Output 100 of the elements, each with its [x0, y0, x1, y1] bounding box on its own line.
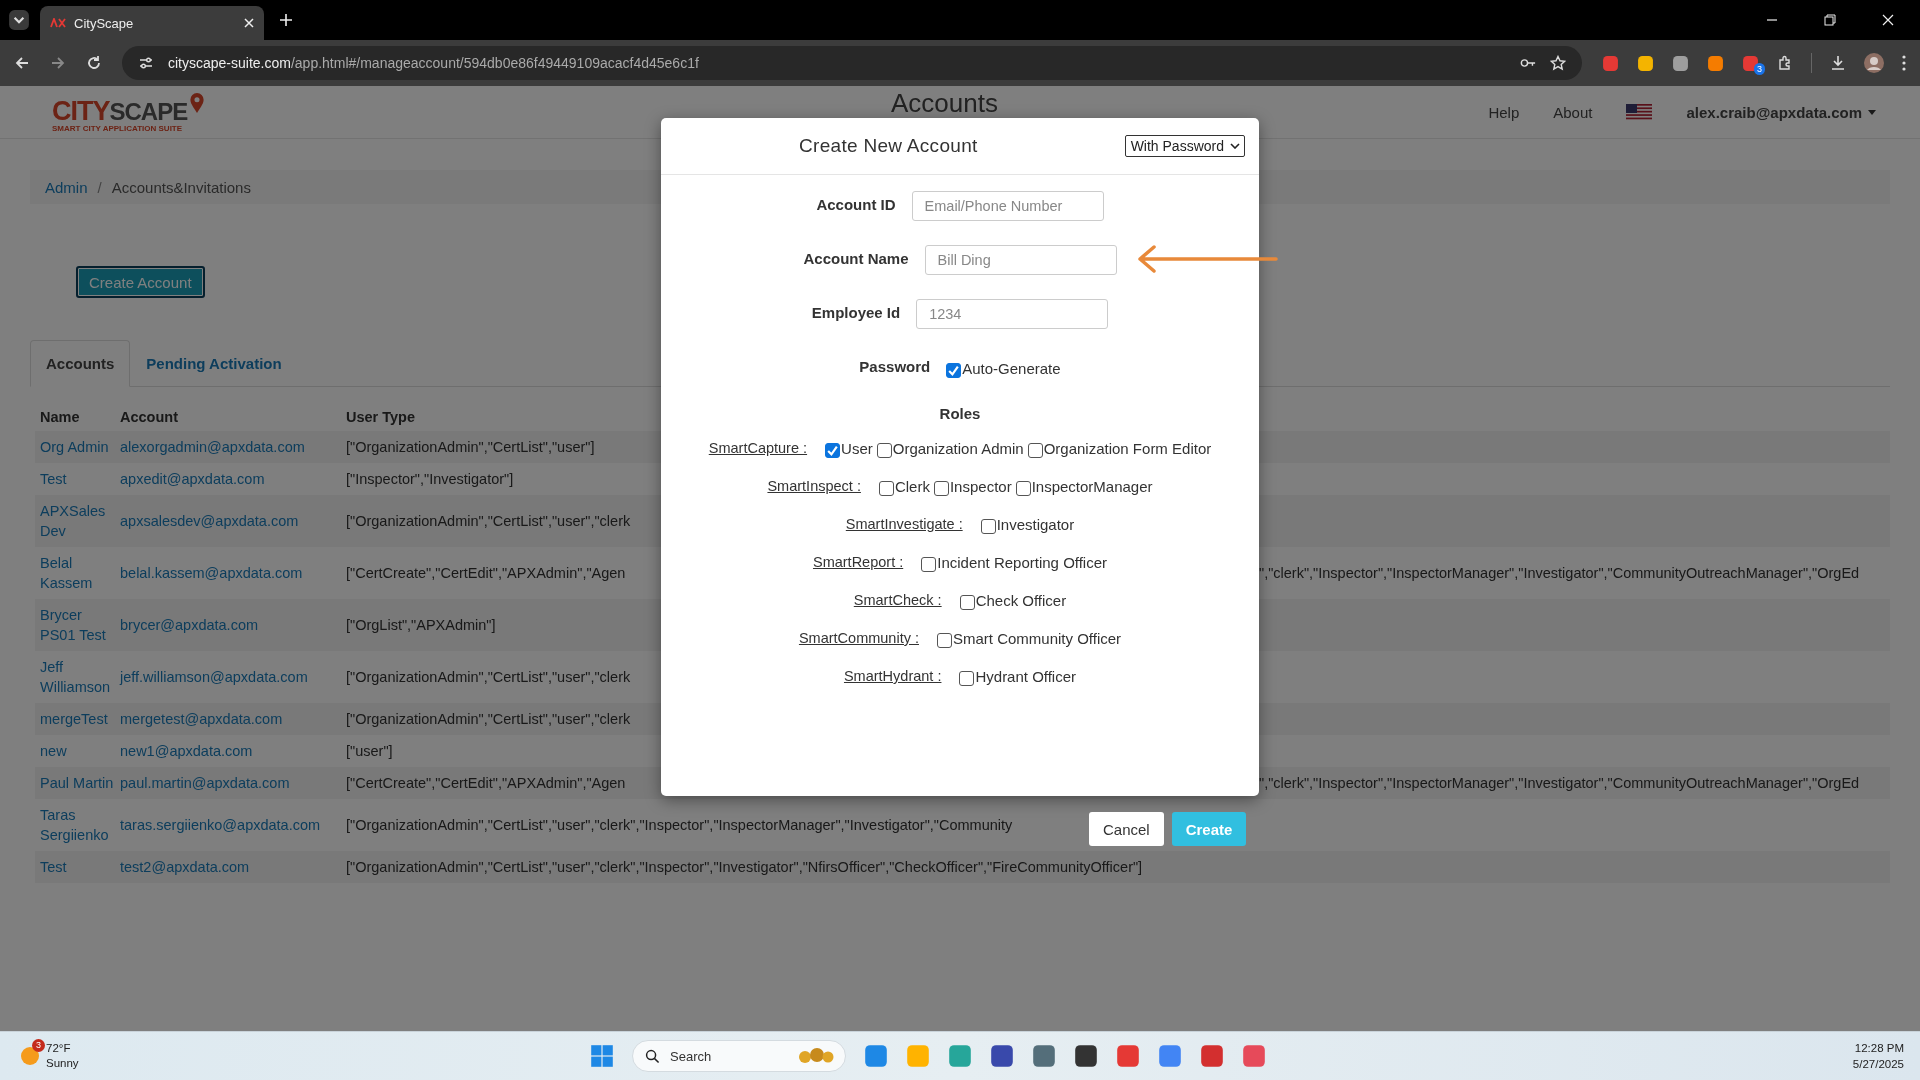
table-cell-text: ["CertCreate","CertEdit","APXAdmin","Agen	[345, 774, 626, 793]
account-link[interactable]: alexorgadmin@apxdata.com	[115, 431, 305, 463]
new-tab-icon[interactable]	[280, 14, 292, 26]
field-label: Password	[859, 357, 931, 375]
name-link[interactable]: Taras Sergiienko	[35, 799, 115, 851]
app-link[interactable]: SmartCapture :	[708, 440, 808, 456]
table-cell-text: ["OrganizationAdmin","CertList","user"]	[345, 438, 595, 457]
sun-icon	[20, 1046, 40, 1066]
app-link[interactable]: SmartInvestigate :	[845, 516, 963, 532]
name-link[interactable]: Test	[35, 851, 67, 883]
name-link[interactable]: APXSales Dev	[35, 495, 115, 547]
name-link[interactable]: Org Admin	[35, 431, 109, 463]
checkbox[interactable]	[921, 556, 937, 572]
weather-text: Sunny	[46, 1056, 79, 1071]
tab[interactable]: Pending Activation	[130, 340, 298, 387]
checkbox[interactable]	[1027, 442, 1043, 458]
cancel-button[interactable]: Cancel	[1089, 812, 1164, 846]
browser-tab[interactable]: CityScape	[40, 6, 264, 40]
roles-heading: Roles	[939, 405, 981, 422]
extension-icon[interactable]	[1672, 54, 1689, 72]
app-link[interactable]: SmartInspect :	[767, 478, 861, 494]
name-link[interactable]: Brycer PS01 Test	[35, 599, 115, 651]
name-link[interactable]: Belal Kassem	[35, 547, 115, 599]
app-icon[interactable]	[1032, 1044, 1056, 1068]
back-icon[interactable]	[14, 55, 30, 71]
user-menu[interactable]: alex.craib@apxdata.com	[1686, 103, 1876, 121]
checkbox[interactable]	[878, 480, 894, 496]
breadcrumb-link[interactable]: Admin	[45, 178, 88, 196]
account-link[interactable]: new1@apxdata.com	[115, 735, 253, 767]
name-link[interactable]: mergeTest	[35, 703, 108, 735]
field-label: Account Name	[803, 249, 909, 267]
app-link[interactable]: SmartCommunity :	[798, 630, 919, 646]
checkbox[interactable]	[876, 442, 892, 458]
app-link[interactable]: SmartCheck :	[853, 592, 942, 608]
table-cell-text: ["OrganizationAdmin","CertList","user","clerk","Inspector","InspectorManager","Investigator","Community	[345, 816, 1013, 835]
table-cell-text: ["OrganizationAdmin","CertList","user","clerk	[345, 710, 631, 729]
nav-link[interactable]: About	[1553, 103, 1593, 121]
checkbox[interactable]	[980, 518, 996, 534]
start-icon[interactable]	[590, 1044, 614, 1068]
app-icon[interactable]	[990, 1044, 1014, 1068]
avatar[interactable]	[1864, 53, 1884, 73]
checkbox[interactable]	[933, 480, 949, 496]
name-link[interactable]: Paul Martin	[35, 767, 114, 799]
account-link[interactable]: mergetest@apxdata.com	[115, 703, 283, 735]
address-bar[interactable]: cityscape-suite.com/app.html#/manageaccount/594db0e86f49449109acacf4d45e6c1f	[122, 46, 1582, 80]
star-icon[interactable]	[1550, 55, 1566, 71]
checkbox[interactable]	[946, 362, 962, 378]
forward-icon[interactable]	[50, 55, 66, 71]
logo-tagline: SMART CITY APPLICATION SUITE	[52, 123, 184, 133]
reload-icon[interactable]	[86, 55, 102, 71]
puzzle-icon[interactable]	[1777, 55, 1793, 71]
table-cell-text: ","clerk","Inspector","InspectorManager","Investigator","CommunityOutreachManager","OrgEd	[1258, 564, 1860, 583]
checkbox[interactable]	[959, 594, 975, 610]
menu-icon[interactable]	[1902, 55, 1906, 71]
checkbox-label: Hydrant Officer	[974, 667, 1077, 685]
input-field[interactable]: Email/Phone Number	[911, 191, 1104, 221]
input-field[interactable]: Bill Ding	[924, 245, 1117, 275]
tab[interactable]: Accounts	[30, 340, 131, 387]
extension-icon[interactable]	[1742, 54, 1759, 72]
close-window-icon[interactable]	[1882, 14, 1894, 26]
nav-link[interactable]: Help	[1488, 103, 1520, 121]
app-link[interactable]: SmartReport :	[812, 554, 904, 570]
name-link[interactable]: new	[35, 735, 67, 767]
mode-select[interactable]: With Password	[1124, 135, 1245, 157]
create-account-button[interactable]: Create Account	[76, 266, 205, 298]
checkbox[interactable]	[1015, 480, 1031, 496]
tab-list-icon[interactable]	[8, 9, 30, 31]
restore-icon[interactable]	[1824, 14, 1836, 26]
account-link[interactable]: belal.kassem@apxdata.com	[115, 557, 303, 589]
account-link[interactable]: apxedit@apxdata.com	[115, 463, 265, 495]
account-link[interactable]: jeff.williamson@apxdata.com	[115, 661, 308, 693]
site-settings-icon[interactable]	[138, 55, 154, 71]
extension-icon[interactable]	[1637, 54, 1654, 72]
logo-text: SCAPE	[109, 99, 188, 124]
account-link[interactable]: taras.sergiienko@apxdata.com	[115, 809, 321, 841]
name-link[interactable]: Jeff Williamson	[35, 651, 115, 703]
account-link[interactable]: apxsalesdev@apxdata.com	[115, 505, 299, 537]
checkbox[interactable]	[937, 632, 952, 648]
input-field[interactable]: 1234	[916, 299, 1109, 329]
app-link[interactable]: SmartHydrant :	[843, 668, 942, 684]
create-button[interactable]: Create	[1171, 812, 1247, 846]
extension-icon[interactable]	[1707, 54, 1724, 72]
account-link[interactable]: paul.martin@apxdata.com	[115, 767, 290, 799]
account-link[interactable]: brycer@apxdata.com	[115, 609, 259, 641]
account-link[interactable]: test2@apxdata.com	[115, 851, 250, 883]
table-cell-text: ["OrganizationAdmin","CertList","user","clerk	[345, 668, 631, 687]
us-flag-icon[interactable]	[1626, 103, 1653, 121]
search-field[interactable]: Search	[632, 1040, 846, 1072]
download-icon[interactable]	[1830, 55, 1846, 71]
checkbox[interactable]	[825, 442, 841, 458]
app-icon[interactable]	[1074, 1044, 1098, 1068]
close-icon[interactable]	[244, 18, 254, 28]
checkbox-label: Clerk	[893, 477, 930, 495]
search-icon	[645, 1048, 660, 1064]
extension-icon[interactable]	[1602, 54, 1619, 72]
checkbox-label: Investigator	[995, 515, 1075, 533]
name-link[interactable]: Test	[35, 463, 67, 495]
checkbox[interactable]	[959, 670, 975, 686]
table-cell-text: ["OrganizationAdmin","CertList","user","clerk","Inspector","Investigator","NfirsOfficer","CheckOfficer","FireCommunityOfficer"]	[345, 858, 1143, 877]
table-cell-text: ["OrgList","APXAdmin"]	[345, 616, 496, 635]
